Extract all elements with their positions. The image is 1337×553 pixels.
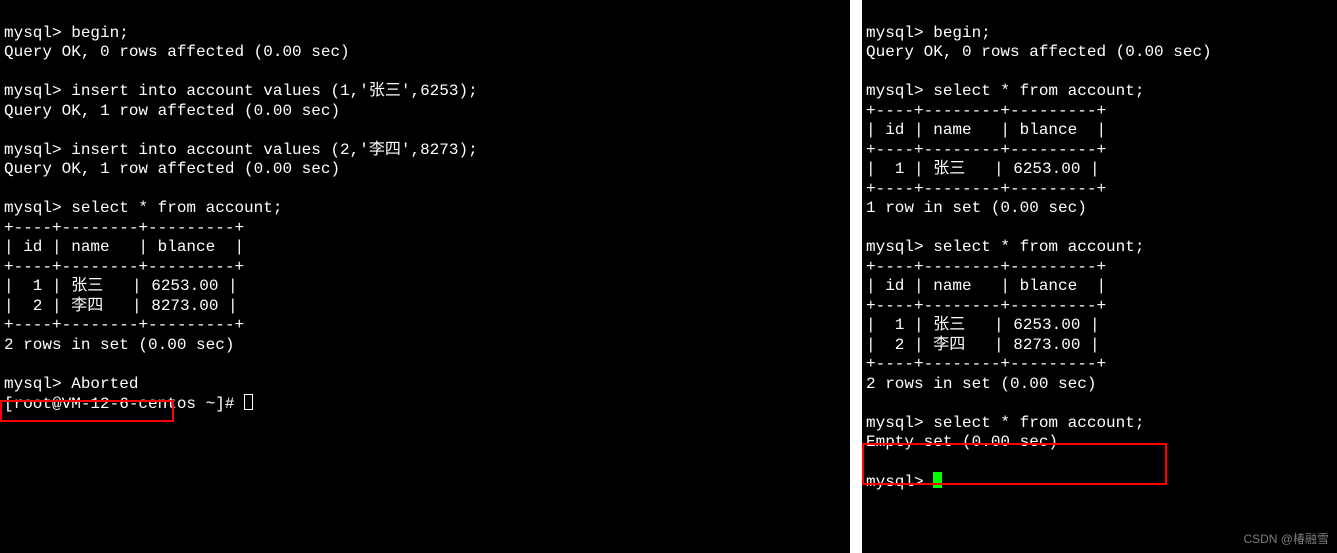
line: mysql> insert into account values (2,'李四… — [4, 141, 478, 159]
line-aborted: mysql> Aborted — [4, 375, 138, 393]
line: Query OK, 1 row affected (0.00 sec) — [4, 160, 340, 178]
line: mysql> select * from account; — [866, 82, 1144, 100]
line: Query OK, 1 row affected (0.00 sec) — [4, 102, 340, 120]
line: | 1 | 张三 | 6253.00 | — [4, 277, 238, 295]
line: mysql> begin; — [4, 24, 129, 42]
shell-prompt: [root@VM-12-6-centos ~]# — [4, 395, 244, 413]
line: +----+--------+---------+ — [866, 141, 1106, 159]
line: 2 rows in set (0.00 sec) — [4, 336, 234, 354]
line: mysql> select * from account; — [866, 238, 1144, 256]
terminal-right[interactable]: mysql> begin; Query OK, 0 rows affected … — [862, 0, 1337, 553]
line: +----+--------+---------+ — [866, 258, 1106, 276]
line: Query OK, 0 rows affected (0.00 sec) — [4, 43, 350, 61]
split-terminal-container: mysql> begin; Query OK, 0 rows affected … — [0, 0, 1337, 553]
line-empty-set: Empty set (0.00 sec) — [866, 433, 1058, 451]
line: | 1 | 张三 | 6253.00 | — [866, 316, 1100, 334]
line: | 2 | 李四 | 8273.00 | — [4, 297, 238, 315]
cursor-icon — [244, 394, 253, 410]
line: +----+--------+---------+ — [866, 355, 1106, 373]
line: mysql> begin; — [866, 24, 991, 42]
line: Query OK, 0 rows affected (0.00 sec) — [866, 43, 1212, 61]
line: mysql> insert into account values (1,'张三… — [4, 82, 478, 100]
line: +----+--------+---------+ — [866, 297, 1106, 315]
line: | id | name | blance | — [866, 277, 1106, 295]
line: mysql> select * from account; — [866, 414, 1144, 432]
line: +----+--------+---------+ — [4, 258, 244, 276]
line: +----+--------+---------+ — [866, 102, 1106, 120]
line: +----+--------+---------+ — [4, 219, 244, 237]
mysql-prompt: mysql> — [866, 473, 933, 491]
line: mysql> select * from account; — [4, 199, 282, 217]
terminal-left[interactable]: mysql> begin; Query OK, 0 rows affected … — [0, 0, 850, 553]
watermark-text: CSDN @椿融雪 — [1243, 530, 1329, 550]
line: +----+--------+---------+ — [4, 316, 244, 334]
pane-divider — [850, 0, 862, 553]
cursor-icon — [933, 472, 942, 488]
line: | id | name | blance | — [4, 238, 244, 256]
line: | id | name | blance | — [866, 121, 1106, 139]
line: +----+--------+---------+ — [866, 180, 1106, 198]
line: 2 rows in set (0.00 sec) — [866, 375, 1096, 393]
line: | 1 | 张三 | 6253.00 | — [866, 160, 1100, 178]
line: | 2 | 李四 | 8273.00 | — [866, 336, 1100, 354]
line: 1 row in set (0.00 sec) — [866, 199, 1087, 217]
